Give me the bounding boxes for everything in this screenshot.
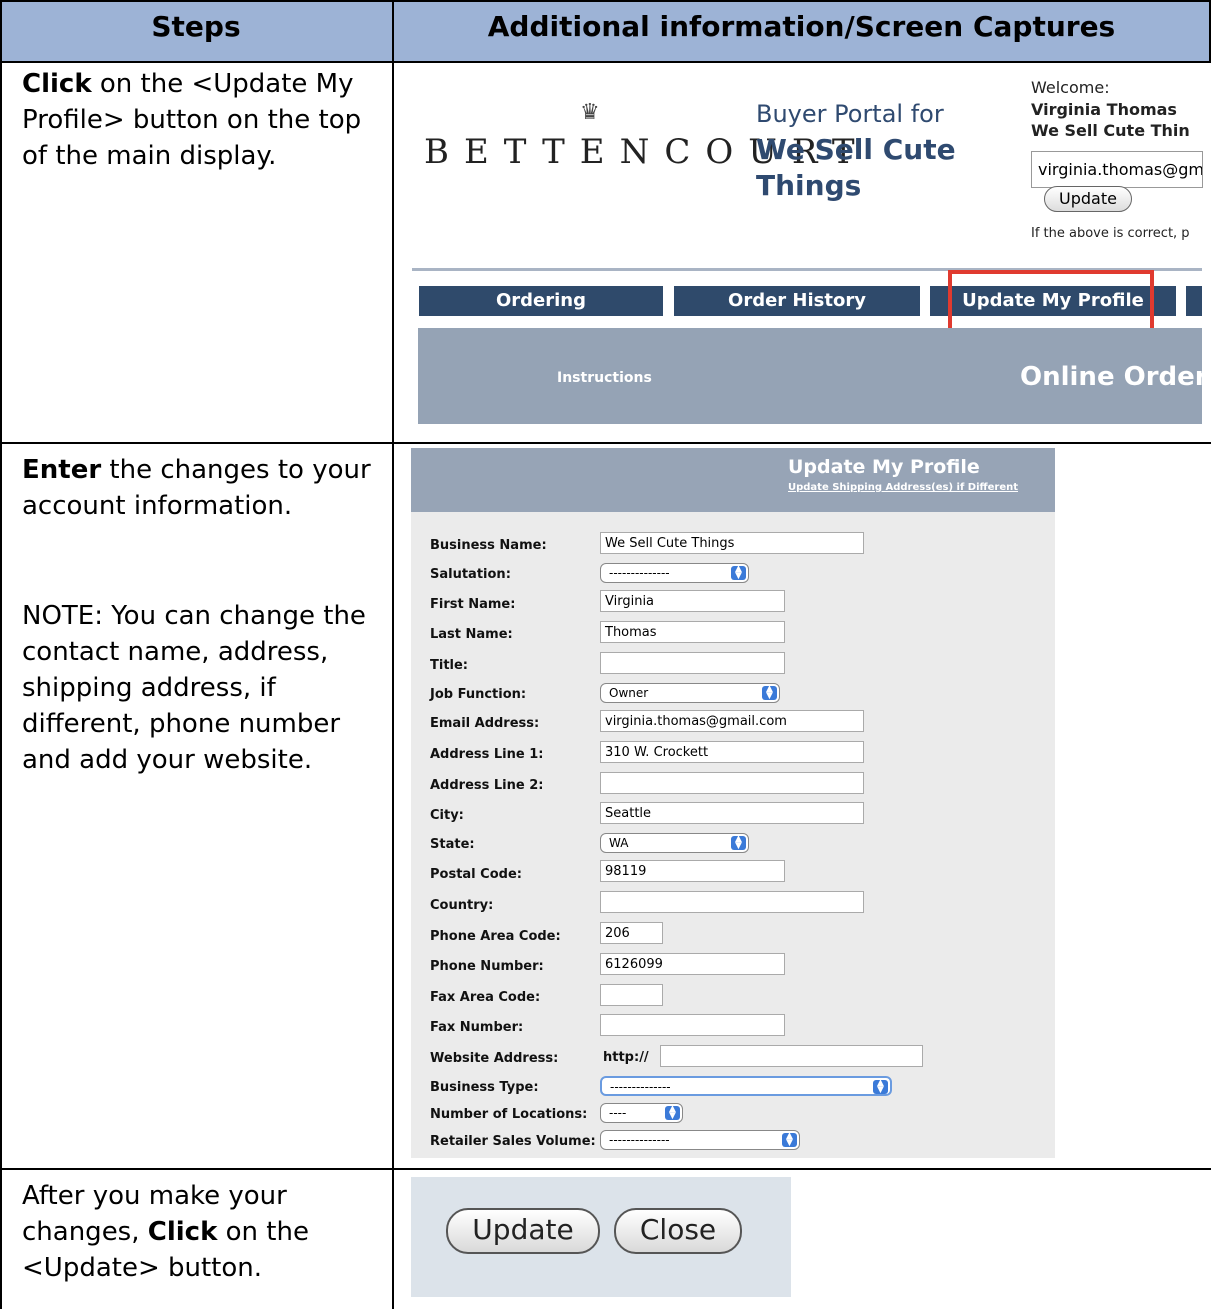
label-salutation: Salutation: — [430, 567, 511, 582]
label-address1: Address Line 1: — [430, 747, 544, 762]
update-email-button[interactable]: Update — [1044, 186, 1132, 212]
label-title: Title: — [430, 658, 469, 673]
select-arrows-icon: ▲ ▼ — [873, 1079, 888, 1094]
business-type-value: -------------- — [610, 1080, 671, 1094]
highlight-box — [948, 270, 1154, 336]
step1-text: Click on the <Update My Profile> button … — [22, 66, 382, 174]
update-button[interactable]: Update — [446, 1208, 600, 1254]
table-border-left — [0, 0, 2, 1309]
label-state: State: — [430, 837, 475, 852]
table-border-header — [0, 61, 1211, 63]
step2-text: Enter the changes to your account inform… — [22, 452, 382, 524]
select-arrows-icon: ▲ ▼ — [665, 1105, 680, 1121]
label-website: Website Address: — [430, 1051, 559, 1066]
business-type-select[interactable]: -------------- ▲ ▼ — [600, 1076, 892, 1096]
tab-order-history[interactable]: Order History — [674, 286, 920, 316]
last-name-input[interactable]: Thomas — [600, 621, 785, 643]
welcome-company: We Sell Cute Thin — [1031, 121, 1190, 140]
step3-text: After you make your changes, Click on th… — [22, 1178, 382, 1286]
table-border-row2 — [0, 1168, 1211, 1170]
sales-volume-value: -------------- — [609, 1133, 670, 1147]
table-border-top — [0, 0, 1211, 2]
address-line1-input[interactable]: 310 W. Crockett — [600, 741, 864, 763]
country-input[interactable] — [600, 891, 864, 913]
email-field[interactable]: virginia.thomas@gm — [1031, 151, 1203, 188]
instructions-link[interactable]: Instructions — [557, 370, 652, 386]
website-prefix: http:// — [603, 1050, 649, 1065]
city-input[interactable]: Seattle — [600, 802, 864, 824]
postal-code-input[interactable]: 98119 — [600, 860, 785, 882]
job-function-select[interactable]: Owner ▲ ▼ — [600, 683, 780, 703]
confirm-note: If the above is correct, p — [1031, 226, 1190, 241]
label-fax-area: Fax Area Code: — [430, 990, 541, 1005]
welcome-name: Virginia Thomas — [1031, 100, 1177, 119]
locations-select[interactable]: ---- ▲ ▼ — [600, 1103, 683, 1123]
tab-more[interactable] — [1186, 286, 1202, 316]
table-border-middle — [392, 0, 394, 1309]
label-locations: Number of Locations: — [430, 1107, 588, 1122]
label-last-name: Last Name: — [430, 627, 513, 642]
address-line2-input[interactable] — [600, 772, 864, 794]
salutation-select[interactable]: -------------- ▲ ▼ — [600, 563, 749, 583]
state-select[interactable]: WA ▲ ▼ — [600, 833, 749, 853]
select-arrows-icon: ▲ ▼ — [782, 1132, 797, 1148]
header-info: Additional information/Screen Captures — [487, 10, 1116, 43]
select-arrows-icon: ▲ ▼ — [762, 685, 777, 701]
phone-area-input[interactable]: 206 — [600, 922, 663, 944]
label-address2: Address Line 2: — [430, 778, 544, 793]
table-border-row1 — [0, 442, 1211, 444]
select-arrows-icon: ▲ ▼ — [731, 835, 746, 851]
step2-note: NOTE: You can change the contact name, a… — [22, 601, 366, 775]
tab-ordering[interactable]: Ordering — [419, 286, 663, 316]
crown-icon: ♛ — [580, 100, 600, 125]
step1-bold: Click — [22, 69, 92, 99]
label-business-type: Business Type: — [430, 1080, 539, 1095]
website-input[interactable] — [660, 1045, 923, 1067]
label-phone: Phone Number: — [430, 959, 544, 974]
select-arrows-icon: ▲ ▼ — [731, 565, 746, 581]
close-button[interactable]: Close — [614, 1208, 742, 1254]
form-title: Update My Profile — [788, 456, 980, 478]
label-sales-volume: Retailer Sales Volume: — [430, 1134, 596, 1149]
email-input[interactable]: virginia.thomas@gmail.com — [600, 710, 864, 732]
sales-volume-select[interactable]: -------------- ▲ ▼ — [600, 1130, 800, 1150]
first-name-input[interactable]: Virginia — [600, 590, 785, 612]
portal-company: We Sell Cute Things — [756, 133, 956, 202]
salutation-value: -------------- — [609, 566, 670, 580]
fax-area-input[interactable] — [600, 984, 663, 1006]
label-city: City: — [430, 808, 464, 823]
label-business-name: Business Name: — [430, 538, 547, 553]
online-order-title: Online Order — [1020, 362, 1202, 392]
state-value: WA — [609, 836, 629, 850]
label-email: Email Address: — [430, 716, 540, 731]
welcome-label: Welcome: — [1031, 78, 1110, 97]
label-country: Country: — [430, 898, 494, 913]
job-function-value: Owner — [609, 686, 649, 700]
portal-title: Buyer Portal for — [756, 100, 944, 128]
label-fax: Fax Number: — [430, 1020, 524, 1035]
label-postal-code: Postal Code: — [430, 867, 522, 882]
fax-number-input[interactable] — [600, 1014, 785, 1036]
label-phone-area: Phone Area Code: — [430, 929, 561, 944]
header-steps: Steps — [151, 10, 241, 43]
step2-bold: Enter — [22, 455, 102, 485]
business-name-input[interactable]: We Sell Cute Things — [600, 532, 864, 554]
phone-number-input[interactable]: 6126099 — [600, 953, 785, 975]
locations-value: ---- — [609, 1106, 627, 1120]
step3-bold: Click — [147, 1217, 218, 1247]
label-job-function: Job Function: — [430, 687, 527, 702]
label-first-name: First Name: — [430, 597, 516, 612]
shipping-address-link[interactable]: Update Shipping Address(es) if Different — [788, 482, 1018, 493]
title-input[interactable] — [600, 652, 785, 674]
